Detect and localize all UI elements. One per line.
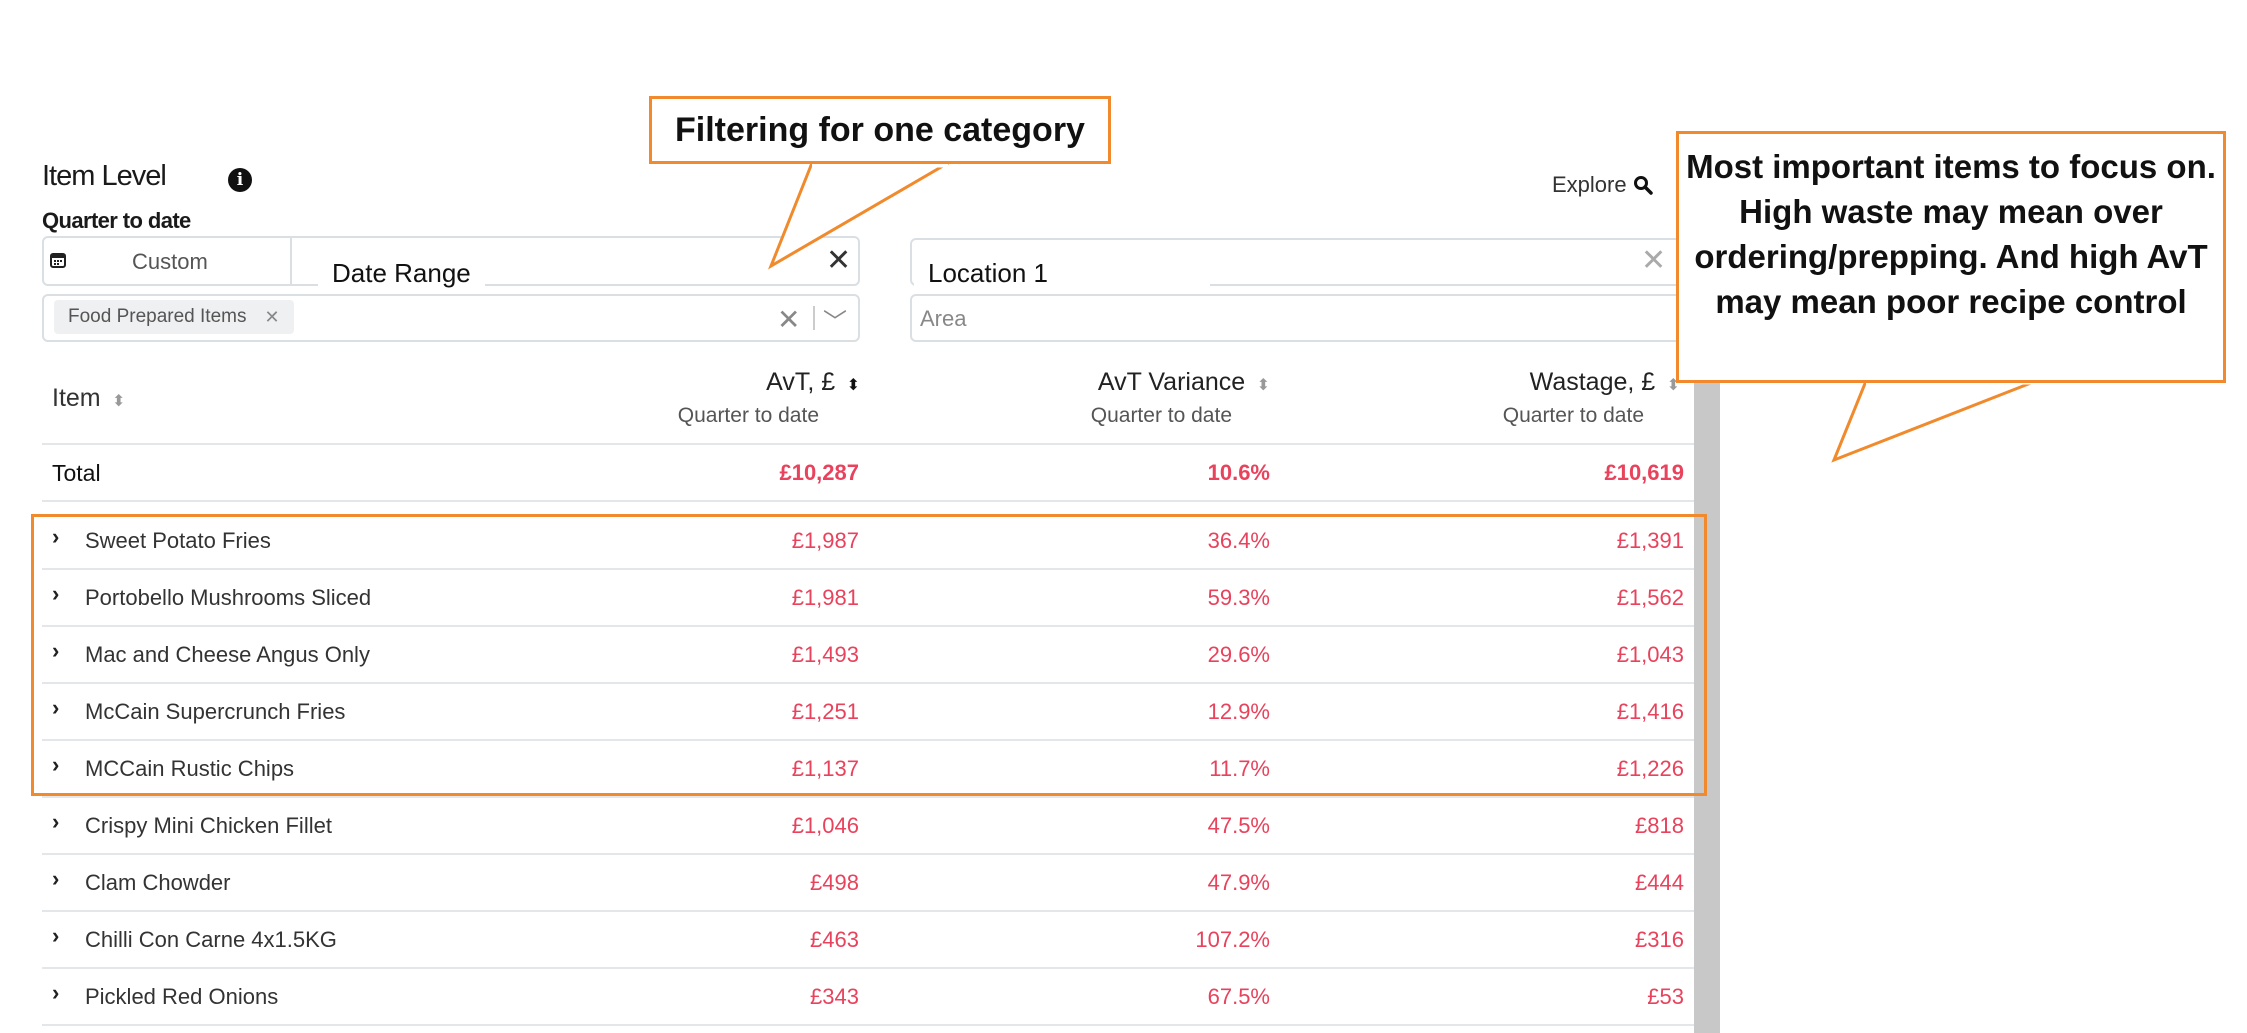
filter-callout: Filtering for one category <box>649 96 1111 164</box>
callout-pointer-focus <box>1831 379 2037 463</box>
focus-callout: Most important items to focus on. High w… <box>1676 131 2226 383</box>
callout-pointer-filter <box>767 161 954 270</box>
